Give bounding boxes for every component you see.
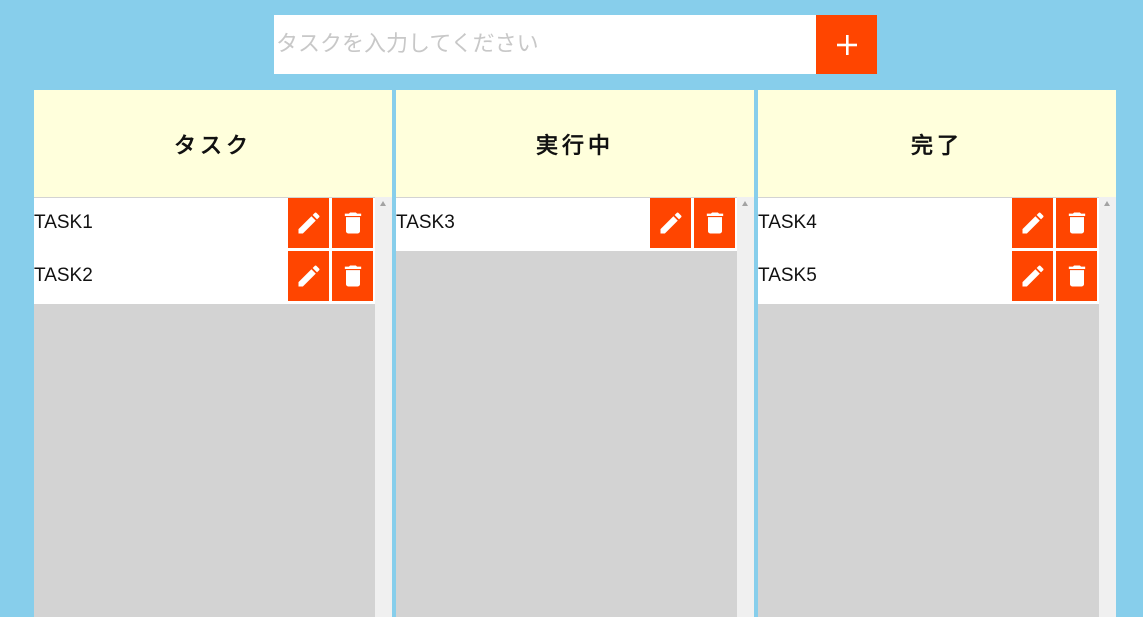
task-row: TASK2 xyxy=(34,251,375,304)
edit-button[interactable] xyxy=(1012,251,1053,301)
plus-icon xyxy=(836,34,857,55)
task-row: TASK5 xyxy=(758,251,1099,304)
task-input-bar xyxy=(274,15,877,74)
task-list: TASK1 TASK2 xyxy=(34,197,375,617)
task-name: TASK4 xyxy=(758,212,817,233)
edit-button[interactable] xyxy=(1012,198,1053,248)
scroll-up-arrow-icon[interactable] xyxy=(1104,201,1110,206)
trash-icon xyxy=(706,212,723,234)
scrollbar[interactable] xyxy=(375,197,392,617)
scrollbar[interactable] xyxy=(737,197,754,617)
task-row: TASK1 xyxy=(34,198,375,251)
task-name: TASK2 xyxy=(34,265,93,286)
task-row: TASK4 xyxy=(758,198,1099,251)
delete-button[interactable] xyxy=(1056,198,1097,248)
edit-button[interactable] xyxy=(288,251,329,301)
task-list: TASK3 xyxy=(396,197,737,617)
task-input[interactable] xyxy=(274,15,816,74)
column-title: タスク xyxy=(173,133,252,159)
pencil-icon xyxy=(298,265,320,287)
edit-button[interactable] xyxy=(288,198,329,248)
delete-button[interactable] xyxy=(332,251,373,301)
pencil-icon xyxy=(660,212,682,234)
scroll-up-arrow-icon[interactable] xyxy=(380,201,386,206)
column-done: 完了 TASK4 TASK5 xyxy=(758,90,1116,617)
task-list: TASK4 TASK5 xyxy=(758,197,1099,617)
column-header: 完了 xyxy=(758,90,1116,197)
trash-icon xyxy=(344,212,361,234)
column-title: 実行中 xyxy=(535,133,614,159)
column-title: 完了 xyxy=(910,133,963,159)
trash-icon xyxy=(1068,265,1085,287)
add-task-button[interactable] xyxy=(816,15,877,74)
task-row: TASK3 xyxy=(396,198,737,251)
task-name: TASK5 xyxy=(758,265,817,286)
column-header: 実行中 xyxy=(396,90,754,197)
task-name: TASK3 xyxy=(396,212,455,233)
delete-button[interactable] xyxy=(1056,251,1097,301)
column-task: タスク TASK1 TASK2 xyxy=(34,90,392,617)
pencil-icon xyxy=(1022,212,1044,234)
delete-button[interactable] xyxy=(694,198,735,248)
trash-icon xyxy=(1068,212,1085,234)
scroll-up-arrow-icon[interactable] xyxy=(742,201,748,206)
scrollbar[interactable] xyxy=(1099,197,1116,617)
column-in-progress: 実行中 TASK3 xyxy=(396,90,754,617)
pencil-icon xyxy=(298,212,320,234)
task-name: TASK1 xyxy=(34,212,93,233)
delete-button[interactable] xyxy=(332,198,373,248)
pencil-icon xyxy=(1022,265,1044,287)
column-header: タスク xyxy=(34,90,392,197)
edit-button[interactable] xyxy=(650,198,691,248)
trash-icon xyxy=(344,265,361,287)
